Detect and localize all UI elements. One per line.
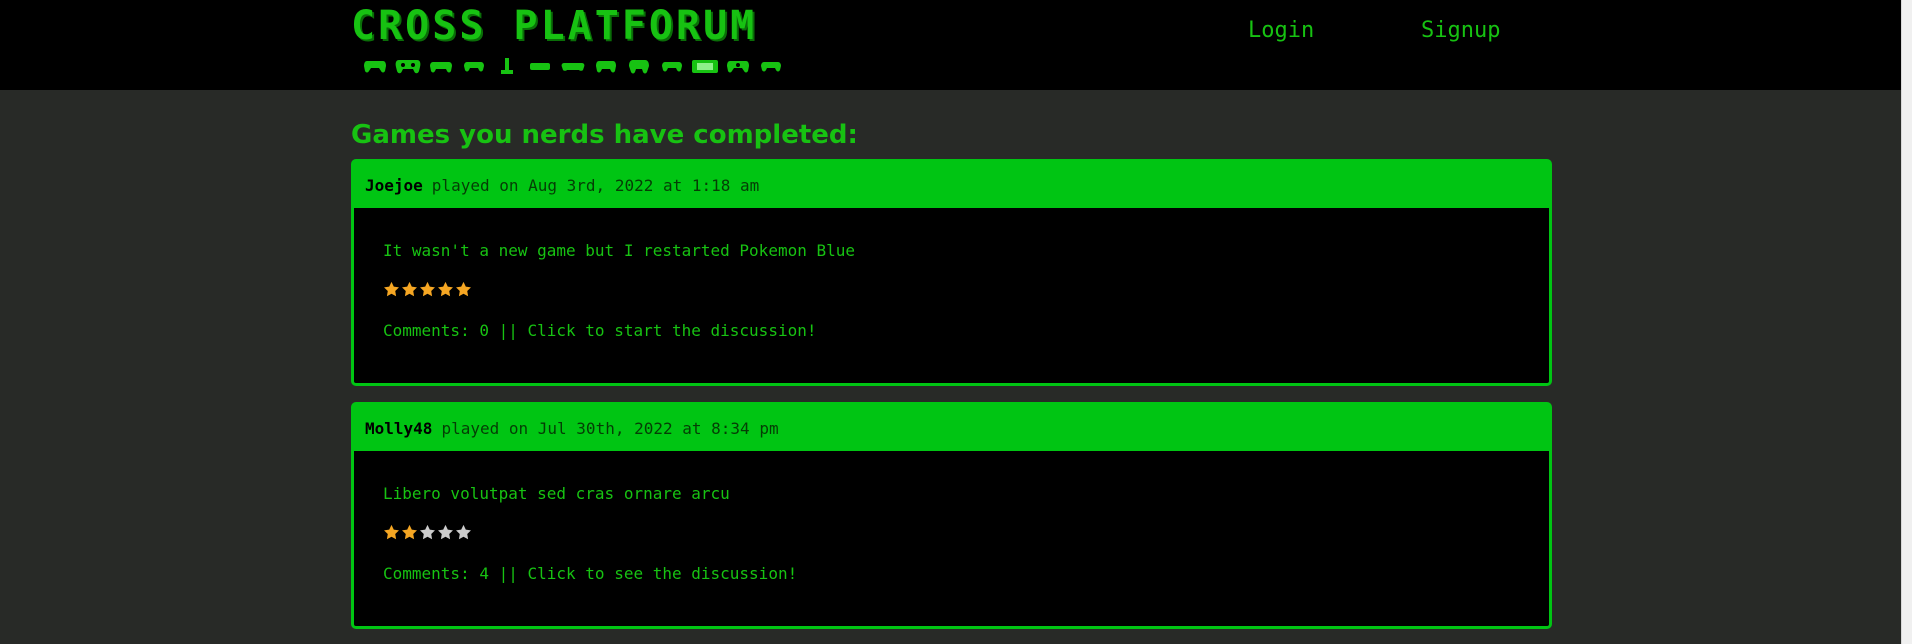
gamepad-icon xyxy=(561,63,585,71)
page-title: Games you nerds have completed: xyxy=(351,120,858,150)
controller-icon-strip xyxy=(362,57,784,75)
gamepad-icon xyxy=(761,62,781,72)
gamepad-icon xyxy=(364,61,386,73)
post-body: Libero volutpat sed cras ornare arcu Com… xyxy=(354,451,1549,584)
star-empty-icon xyxy=(438,524,453,540)
star-rating xyxy=(383,524,1549,542)
comments-link[interactable]: Comments: 4 || Click to see the discussi… xyxy=(383,564,797,584)
top-navbar: CROSS PLATFORUM Login Signup xyxy=(0,0,1902,90)
login-link[interactable]: Login xyxy=(1248,17,1314,45)
star-empty-icon xyxy=(420,524,435,540)
star-filled-icon xyxy=(420,281,435,297)
post-card: Joejoe played on Aug 3rd, 2022 at 1:18 a… xyxy=(351,159,1552,386)
gamepad-icon xyxy=(464,62,484,72)
post-header: Joejoe played on Aug 3rd, 2022 at 1:18 a… xyxy=(354,162,1549,208)
post-card: Molly48 played on Jul 30th, 2022 at 8:34… xyxy=(351,402,1552,629)
joystick-icon xyxy=(501,58,513,74)
star-filled-icon xyxy=(438,281,453,297)
comments-link[interactable]: Comments: 0 || Click to start the discus… xyxy=(383,321,816,341)
star-rating xyxy=(383,281,1549,299)
gamepad-icon xyxy=(629,60,649,74)
star-filled-icon xyxy=(402,524,417,540)
post-date: played on Aug 3rd, 2022 at 1:18 am xyxy=(431,175,760,195)
post-username[interactable]: Joejoe xyxy=(365,176,423,195)
post-text: Libero volutpat sed cras ornare arcu xyxy=(383,484,730,503)
post-username[interactable]: Molly48 xyxy=(365,419,432,438)
handheld-icon xyxy=(692,60,718,73)
star-filled-icon xyxy=(384,281,399,297)
star-empty-icon xyxy=(456,524,471,540)
gamepad-icon xyxy=(596,61,616,73)
site-logo[interactable]: CROSS PLATFORUM xyxy=(351,3,757,49)
star-filled-icon xyxy=(384,524,399,540)
page-scrollbar[interactable] xyxy=(1901,0,1912,644)
gamepad-icon xyxy=(395,60,421,74)
post-date: played on Jul 30th, 2022 at 8:34 pm xyxy=(441,418,779,438)
post-text: It wasn't a new game but I restarted Pok… xyxy=(383,241,856,260)
star-filled-icon xyxy=(402,281,417,297)
post-header: Molly48 played on Jul 30th, 2022 at 8:34… xyxy=(354,405,1549,451)
signup-link[interactable]: Signup xyxy=(1421,17,1500,45)
handheld-icon xyxy=(530,63,550,70)
star-filled-icon xyxy=(456,281,471,297)
gamepad-icon xyxy=(727,61,749,73)
gamepad-icon xyxy=(430,62,452,73)
post-body: It wasn't a new game but I restarted Pok… xyxy=(354,208,1549,341)
gamepad-icon xyxy=(662,62,682,72)
